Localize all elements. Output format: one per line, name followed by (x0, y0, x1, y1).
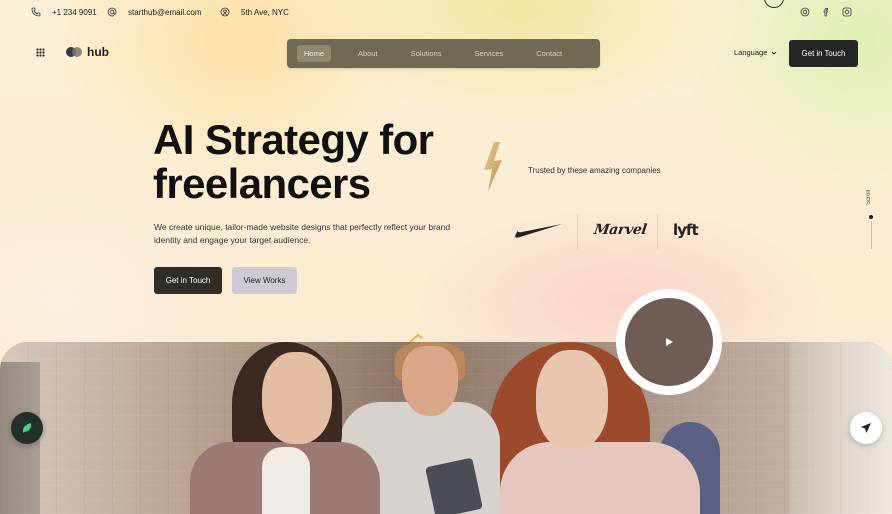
nav-item-home[interactable]: Home (297, 45, 332, 62)
brand-divider (657, 214, 658, 250)
top-indicator-icon (764, 0, 784, 8)
top-bar: +1 234 9091 starthub@email.com 5th Ave, … (0, 0, 892, 26)
chevron-down-icon (772, 51, 777, 55)
facebook-icon[interactable] (820, 6, 832, 18)
person-3-face (536, 350, 608, 450)
scroll-dot (869, 215, 873, 219)
logo[interactable]: hub (66, 45, 109, 59)
location-icon (219, 6, 231, 18)
brand-divider (577, 214, 578, 250)
scroll-line (871, 221, 872, 249)
view-works-button[interactable]: View Works (232, 267, 297, 294)
person-1-shirt (262, 447, 310, 514)
instagram-icon[interactable] (799, 6, 811, 18)
leaf-widget-button[interactable] (11, 412, 43, 444)
lyft-logo: lyft (673, 218, 699, 242)
hero-video[interactable] (0, 342, 892, 514)
send-icon (861, 423, 871, 433)
marvel-logo: Marvel (592, 218, 648, 242)
hero-subtitle: We create unique, tailor-made website de… (154, 222, 451, 245)
language-label: Language (734, 48, 768, 57)
nav-item-solutions[interactable]: Solutions (404, 45, 449, 62)
hero-title: AI Strategy for freelancers (153, 118, 493, 206)
lightning-bolt-icon (484, 142, 502, 192)
play-icon (666, 338, 673, 346)
grid-menu-icon[interactable] (36, 48, 45, 57)
scroll-indicator[interactable]: Scroll (866, 190, 876, 250)
social-links-2 (820, 6, 832, 18)
social-links-3 (841, 6, 853, 18)
phone-icon (30, 6, 42, 18)
play-video-button[interactable] (616, 289, 722, 395)
social-links (799, 6, 811, 18)
contact-phone[interactable]: +1 234 9091 (30, 6, 97, 18)
at-icon (106, 6, 118, 18)
scroll-label: Scroll (866, 190, 872, 206)
nav-item-about[interactable]: About (351, 45, 385, 62)
leaf-icon (22, 423, 32, 433)
language-selector[interactable]: Language (734, 48, 777, 57)
trusted-label: Trusted by these amazing companies (528, 166, 661, 175)
play-button-inner (625, 298, 713, 386)
logo-mark-icon (66, 47, 82, 57)
lyft-logo-text: lyft (673, 221, 699, 239)
nav-item-services[interactable]: Services (467, 45, 510, 62)
logo-text: hub (87, 45, 109, 59)
instagram-square-icon[interactable] (841, 6, 853, 18)
phone-text: +1 234 9091 (52, 7, 97, 17)
header-get-in-touch-button[interactable]: Get in Touch (789, 40, 858, 67)
main-nav: Home About Solutions Services Contact (287, 39, 600, 68)
get-in-touch-button[interactable]: Get in Touch (154, 267, 222, 294)
person-2-face (402, 346, 458, 416)
person-3-body (500, 442, 700, 514)
contact-email[interactable]: starthub@email.com (106, 6, 201, 18)
address-text: 5th Ave, NYC (241, 7, 289, 17)
decorative-shape-icon (409, 333, 423, 343)
marvel-logo-text: Marvel (592, 222, 648, 238)
hero-title-line2: freelancers (153, 160, 371, 207)
person-1-face (262, 352, 332, 444)
nike-logo (514, 218, 564, 242)
contact-address[interactable]: 5th Ave, NYC (219, 6, 289, 18)
send-button[interactable] (850, 412, 882, 444)
nav-item-contact[interactable]: Contact (529, 45, 569, 62)
hero-title-line1: AI Strategy for (153, 116, 434, 163)
email-text: starthub@email.com (128, 7, 202, 17)
